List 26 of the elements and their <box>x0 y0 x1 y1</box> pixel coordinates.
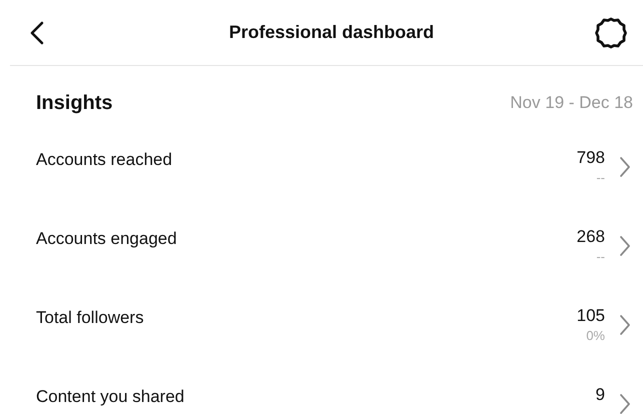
metric-label: Accounts reached <box>36 149 174 170</box>
metric-value: 105 <box>576 306 605 326</box>
chevron-icon <box>619 314 631 336</box>
metric-value: 268 <box>576 227 605 247</box>
metric-change: -- <box>596 249 605 264</box>
section-title: Insights <box>36 92 113 114</box>
metric-change: 0% <box>586 328 605 343</box>
settings-icon <box>593 14 629 50</box>
metric-value: 9 <box>596 385 605 405</box>
metric-label: Accounts engaged <box>36 228 178 249</box>
metric-change: -- <box>596 170 605 185</box>
metric-label: Total followers <box>36 307 145 328</box>
back-button[interactable] <box>30 20 44 44</box>
metric-label: Content you shared <box>36 386 186 407</box>
metric-value: 798 <box>576 148 605 168</box>
metric-row[interactable]: Total followers 105 0% <box>0 298 643 377</box>
metric-row[interactable]: Accounts reached 798 -- <box>0 140 643 219</box>
metric-row[interactable]: Content you shared 9 <box>0 377 643 414</box>
chevron-icon <box>619 235 631 257</box>
page-title: Professional dashboard <box>228 22 434 43</box>
date-range: Nov 19 - Dec 18 <box>510 93 633 113</box>
chevron-icon <box>619 393 631 414</box>
chevron-icon <box>619 156 631 178</box>
metric-row[interactable]: Accounts engaged 268 -- <box>0 219 643 298</box>
settings-button[interactable] <box>593 14 629 50</box>
back-icon <box>30 20 44 44</box>
